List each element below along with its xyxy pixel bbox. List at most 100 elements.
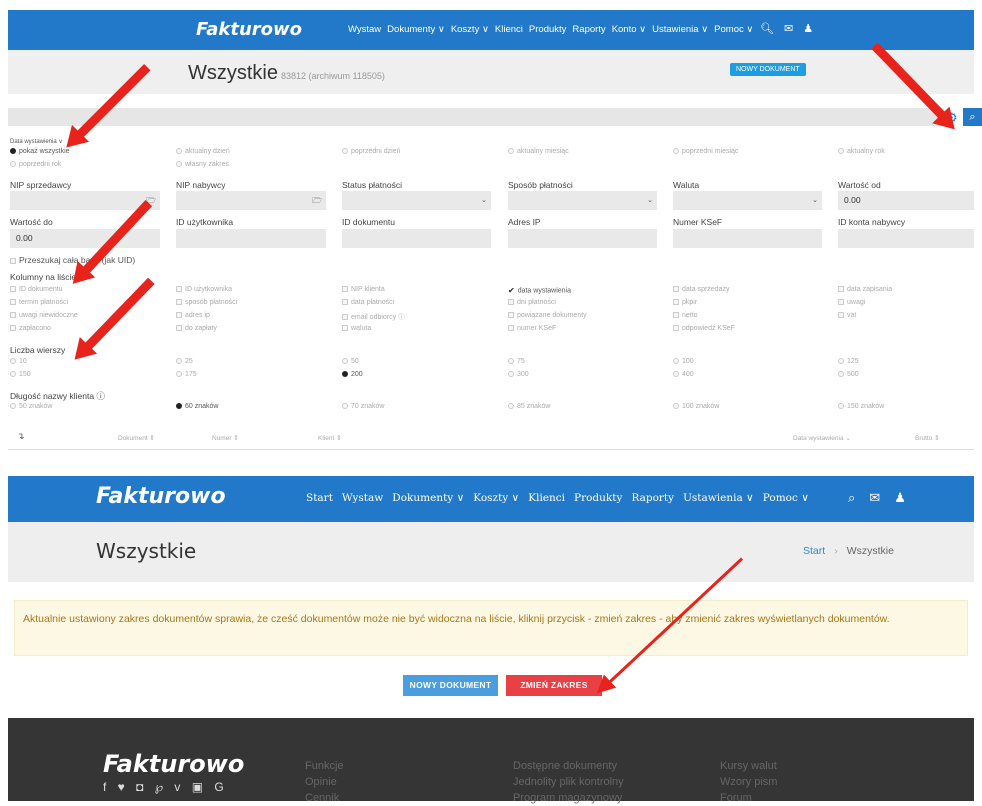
radio[interactable] <box>342 148 348 155</box>
column-option[interactable]: data sprzedaży <box>673 286 729 293</box>
checkbox[interactable] <box>508 312 514 319</box>
column-option[interactable]: uwagi niewidoczne <box>10 312 78 319</box>
radio[interactable] <box>176 148 182 155</box>
rows-option[interactable]: 125 <box>838 358 859 365</box>
menu-item-koszty[interactable]: Koszty ∨ <box>451 24 489 35</box>
logo[interactable]: Fakturowo <box>196 19 302 40</box>
radio[interactable] <box>10 148 16 155</box>
footer-link[interactable]: Opinie <box>305 774 344 790</box>
currency-select[interactable]: ⌄ <box>673 191 822 210</box>
search-icon[interactable]: ⌕ <box>848 490 855 506</box>
menu-item-koszty[interactable]: Koszty ∨ <box>473 492 519 504</box>
radio[interactable] <box>838 403 844 410</box>
column-option[interactable]: powiązane dokumenty <box>508 312 587 319</box>
search-button[interactable]: ⌕ <box>963 108 982 126</box>
date-option-all[interactable]: pokaż wszystkie <box>10 148 70 155</box>
checkbox[interactable] <box>838 299 844 306</box>
column-option[interactable]: netto <box>673 312 698 319</box>
menu-item-klienci[interactable]: Klienci <box>495 24 523 35</box>
rows-option[interactable]: 400 <box>673 371 694 378</box>
name-length-option[interactable]: 70 znaków <box>342 403 384 410</box>
checkbox[interactable] <box>673 325 679 332</box>
radio[interactable] <box>673 403 679 410</box>
menu-item-produkty[interactable]: Produkty <box>529 24 567 35</box>
menu-item-konto[interactable]: Konto ∨ <box>612 24 646 35</box>
social-icons[interactable]: f ♥ ◘ ℘ v ▣ G <box>103 780 228 794</box>
search-all-checkbox[interactable]: Przeszukaj całą bazę (jak UID) <box>10 255 135 265</box>
checkbox[interactable] <box>176 299 182 306</box>
col-header-klient[interactable]: Klient ⇕ <box>318 434 342 442</box>
name-length-option[interactable]: 60 znaków <box>176 403 218 410</box>
logo[interactable]: Fakturowo <box>96 484 226 509</box>
menu-item-raporty[interactable]: Raporty <box>572 24 605 35</box>
radio[interactable] <box>508 403 514 410</box>
footer-link[interactable]: Forum <box>720 790 777 806</box>
checkbox[interactable] <box>673 299 679 306</box>
name-length-option[interactable]: 85 znaków <box>508 403 550 410</box>
mail-icon[interactable]: ✉ <box>869 490 880 506</box>
rows-option[interactable]: 150 <box>10 371 31 378</box>
radio[interactable] <box>342 358 348 365</box>
menu-item-klienci[interactable]: Klienci <box>528 492 565 504</box>
column-option[interactable]: data zapisania <box>838 286 892 293</box>
name-length-option[interactable]: 50 znaków <box>10 403 52 410</box>
footer-link[interactable]: Dostępne dokumenty <box>513 758 624 774</box>
rows-option[interactable]: 50 <box>342 358 359 365</box>
column-option[interactable]: pkpir <box>673 299 697 306</box>
change-range-button[interactable]: ZMIEŃ ZAKRES <box>506 675 602 696</box>
radio[interactable] <box>508 358 514 365</box>
menu-item-ustawienia[interactable]: Ustawienia ∨ <box>652 24 708 35</box>
col-header-brutto[interactable]: Brutto ⇕ <box>915 434 940 442</box>
radio[interactable] <box>342 371 348 378</box>
checkbox[interactable] <box>10 312 16 319</box>
menu-item-dokumenty[interactable]: Dokumenty ∨ <box>387 24 445 35</box>
date-option-prev-month[interactable]: poprzedni miesiąc <box>673 148 738 155</box>
payment-method-select[interactable]: ⌄ <box>508 191 657 210</box>
column-option[interactable]: ✔ data wystawienia <box>508 286 571 295</box>
date-option-today[interactable]: aktualny dzień <box>176 148 230 155</box>
name-length-option[interactable]: 150 znaków <box>838 403 884 410</box>
footer-link[interactable]: Jednolity plik kontrolny <box>513 774 624 790</box>
radio[interactable] <box>342 403 348 410</box>
rows-option[interactable]: 75 <box>508 358 525 365</box>
menu-item-pomoc[interactable]: Pomoc ∨ <box>763 492 809 504</box>
search-icon[interactable]: 🔍︎ <box>760 22 774 35</box>
radio[interactable] <box>10 358 16 365</box>
checkbox[interactable] <box>10 257 16 264</box>
column-option[interactable]: termin płatności <box>10 299 68 306</box>
column-option[interactable]: email odbiorcy ⓘ <box>342 312 405 322</box>
column-option[interactable]: NIP klienta <box>342 286 385 293</box>
radio[interactable] <box>10 161 16 168</box>
column-option[interactable]: numer KSeF <box>508 325 556 332</box>
column-option[interactable]: odpowiedź KSeF <box>673 325 735 332</box>
column-option[interactable]: adres ip <box>176 312 210 319</box>
buyer-account-field[interactable] <box>838 229 974 248</box>
column-option[interactable]: zapłacono <box>10 325 51 332</box>
radio[interactable] <box>508 371 514 378</box>
menu-item-produkty[interactable]: Produkty <box>574 492 622 504</box>
checkmark-icon[interactable]: ✔ <box>508 286 515 295</box>
search-input[interactable] <box>8 108 944 126</box>
column-option[interactable]: vat <box>838 312 856 319</box>
radio[interactable] <box>176 403 182 410</box>
rows-option[interactable]: 200 <box>342 371 363 378</box>
menu-item-wystaw[interactable]: Wystaw <box>342 492 383 504</box>
mail-icon[interactable]: ✉ <box>784 22 793 35</box>
checkbox[interactable] <box>10 286 16 293</box>
ksef-field[interactable] <box>673 229 822 248</box>
radio[interactable] <box>838 148 844 155</box>
checkbox[interactable] <box>176 286 182 293</box>
radio[interactable] <box>176 161 182 168</box>
radio[interactable] <box>508 148 514 155</box>
checkbox[interactable] <box>176 312 182 319</box>
user-icon[interactable]: ♟ <box>803 22 813 35</box>
column-option[interactable]: data płatności <box>342 299 394 306</box>
radio[interactable] <box>838 358 844 365</box>
nip-buyer-field[interactable]: 🗁︎ <box>176 191 326 210</box>
rows-option[interactable]: 100 <box>673 358 694 365</box>
payment-status-select[interactable]: ⌄ <box>342 191 491 210</box>
date-option-month[interactable]: aktualny miesiąc <box>508 148 569 155</box>
radio[interactable] <box>673 371 679 378</box>
checkbox[interactable] <box>342 325 348 332</box>
date-option-custom[interactable]: własny zakres <box>176 161 229 168</box>
